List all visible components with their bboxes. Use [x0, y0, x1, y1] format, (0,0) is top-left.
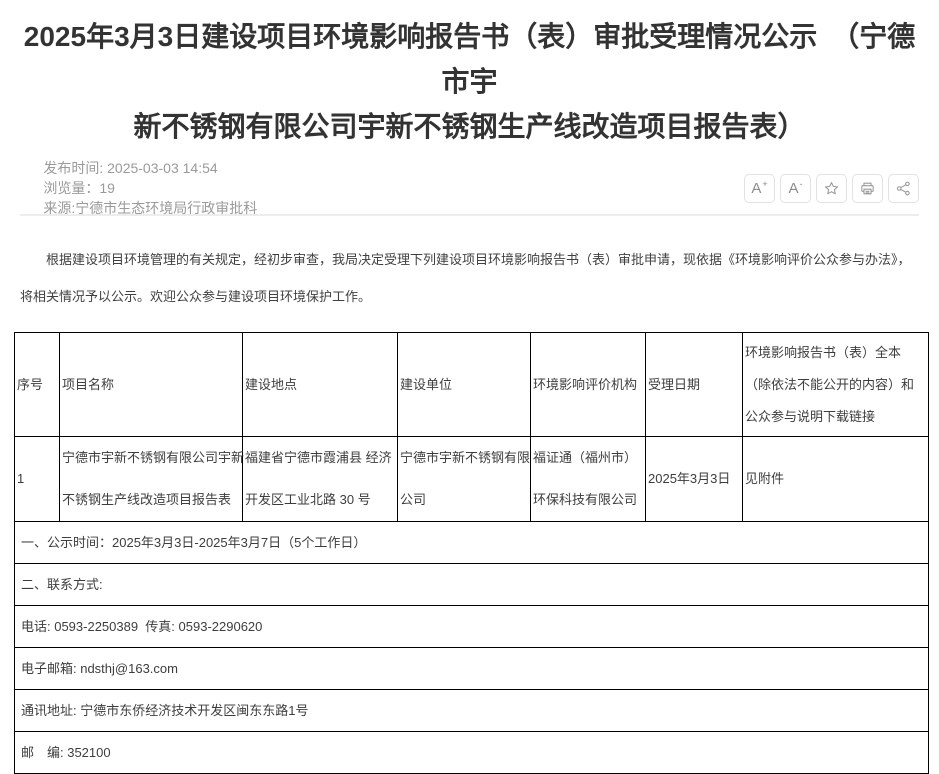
share-button[interactable]	[888, 174, 919, 203]
row-postcode: 邮 编: 352100	[15, 732, 929, 774]
view-count-value: 19	[99, 180, 115, 196]
table-row: 邮 编: 352100	[15, 732, 929, 774]
header-cell-eia-agency: 环境影响评价机构	[531, 333, 646, 437]
star-icon	[823, 180, 840, 197]
row-contact-heading: 二、联系方式:	[15, 564, 929, 606]
font-increase-button[interactable]: A+	[744, 174, 775, 203]
source: 来源:宁德市生态环境局行政审批科	[43, 200, 257, 216]
favorite-button[interactable]	[816, 174, 847, 203]
share-icon	[895, 180, 912, 197]
cell-attachment: 见附件	[743, 437, 929, 522]
cell-project-name: 宁德市宇新不锈钢有限公司宇新 不锈钢生产线改造项目报告表	[60, 437, 243, 522]
article-meta: 发布时间: 2025-03-03 14:54 浏览量：19 来源:宁德市生态环境…	[20, 142, 257, 234]
cell-location: 福建省宁德市霞浦县 经济 开发区工业北路 30 号	[243, 437, 398, 522]
header-cell-serial: 序号	[15, 333, 60, 437]
page-title: 2025年3月3日建设项目环境影响报告书（表）审批受理情况公示 （宁德市宇 新不…	[20, 14, 919, 149]
font-decrease-label: A	[788, 181, 798, 196]
printer-icon	[859, 180, 876, 197]
header-cell-project-name: 项目名称	[60, 333, 243, 437]
header-cell-acceptance-date: 受理日期	[646, 333, 743, 437]
font-decrease-button[interactable]: A-	[780, 174, 811, 203]
source-value: 宁德市生态环境局行政审批科	[75, 200, 257, 216]
row-postal-address: 通讯地址: 宁德市东侨经济技术开发区闽东东路1号	[15, 690, 929, 732]
table-row: 电话: 0593-2250389 传真: 0593-2290620	[15, 606, 929, 648]
publish-time: 发布时间: 2025-03-03 14:54	[43, 160, 217, 176]
table-row: 1 宁德市宇新不锈钢有限公司宇新 不锈钢生产线改造项目报告表 福建省宁德市霞浦县…	[15, 437, 929, 522]
view-count: 浏览量：19	[43, 180, 115, 196]
cell-serial: 1	[15, 437, 60, 522]
header-cell-report-download: 环境影响报告书（表）全本 （除依法不能公开的内容）和 公众参与说明下载链接	[743, 333, 929, 437]
row-phone-fax: 电话: 0593-2250389 传真: 0593-2290620	[15, 606, 929, 648]
source-label: 来源:	[43, 200, 75, 216]
header-cell-builder: 建设单位	[398, 333, 531, 437]
intro-paragraph: 根据建设项目环境管理的有关规定，经初步审查，我局决定受理下列建设项目环境影响报告…	[20, 241, 919, 315]
cell-acceptance-date: 2025年3月3日	[646, 437, 743, 522]
table-row: 二、联系方式:	[15, 564, 929, 606]
header-cell-location: 建设地点	[243, 333, 398, 437]
cell-eia-agency: 福证通（福州市） 环保科技有限公司	[531, 437, 646, 522]
view-count-label: 浏览量：	[43, 180, 99, 196]
cell-builder: 宁德市宇新不锈钢有限 公司	[398, 437, 531, 522]
font-increase-label: A	[751, 181, 761, 196]
row-publicity-period: 一、公示时间：2025年3月3日-2025年3月7日（5个工作日）	[15, 522, 929, 564]
article-toolbar: A+ A-	[744, 174, 919, 203]
meta-toolbar-row: 发布时间: 2025-03-03 14:54 浏览量：19 来源:宁德市生态环境…	[20, 173, 919, 203]
table-row: 通讯地址: 宁德市东侨经济技术开发区闽东东路1号	[15, 690, 929, 732]
table-header-row: 序号 项目名称 建设地点 建设单位 环境影响评价机构 受理日期 环境影响报告书（…	[15, 333, 929, 437]
minus-sign: -	[800, 180, 803, 189]
publish-time-label: 发布时间:	[43, 160, 107, 176]
print-button[interactable]	[852, 174, 883, 203]
table-row: 一、公示时间：2025年3月3日-2025年3月7日（5个工作日）	[15, 522, 929, 564]
plus-sign: +	[762, 180, 767, 189]
publish-time-value: 2025-03-03 14:54	[107, 160, 218, 176]
row-email: 电子邮箱: ndsthj@163.com	[15, 648, 929, 690]
article-page: 2025年3月3日建设项目环境影响报告书（表）审批受理情况公示 （宁德市宇 新不…	[0, 14, 939, 774]
table-row: 电子邮箱: ndsthj@163.com	[15, 648, 929, 690]
